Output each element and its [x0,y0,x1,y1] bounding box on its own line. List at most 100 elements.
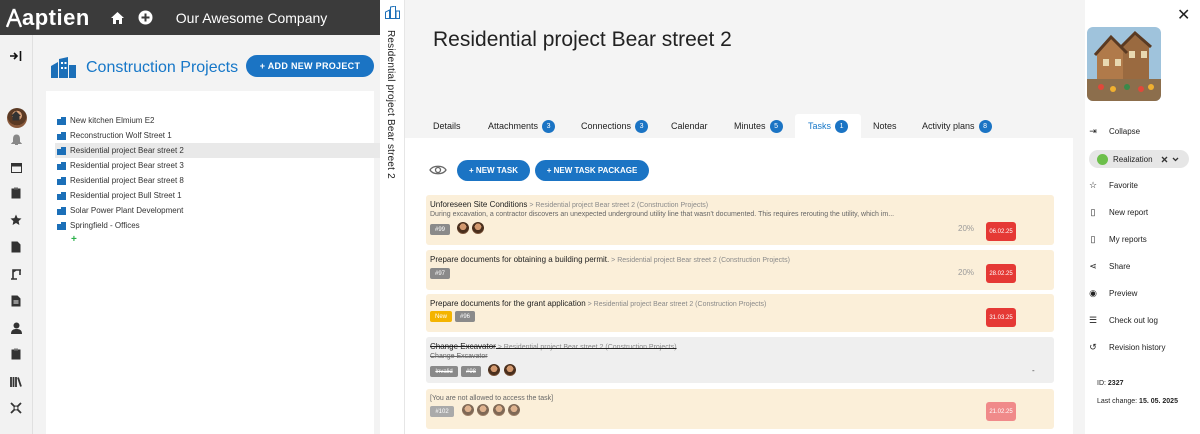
revision-history-button[interactable]: ↺ Revision history [1086,342,1165,353]
company-name[interactable]: Our Awesome Company [176,10,327,26]
task-id-badge: #98 [461,366,481,377]
star-icon[interactable] [9,213,23,227]
left-navigation [0,35,33,434]
tab-label: Tasks [808,121,832,131]
project-item[interactable]: Reconstruction Wolf Street 1 [57,128,172,143]
task-card[interactable]: Prepare documents for obtaining a buildi… [426,250,1054,290]
last-change-value: 15. 05. 2025 [1139,398,1178,405]
task-id-badge: #99 [430,224,450,235]
library-icon[interactable] [9,374,23,388]
task-card[interactable]: Unforeseen Site Conditions > Residential… [426,195,1054,245]
task-title-line: Prepare documents for obtaining a buildi… [430,255,790,264]
my-reports-button[interactable]: ▯ My reports [1086,234,1147,245]
close-small-icon[interactable] [1161,156,1168,163]
tab-count-badge: 8 [978,119,992,133]
new-task-package-button[interactable]: + NEW TASK PACKAGE [535,160,649,181]
task-date-empty: - [1032,366,1035,375]
share-label: Share [1109,262,1131,271]
project-photo[interactable] [1087,27,1161,101]
tab-label: Notes [873,121,897,131]
tab-attachments[interactable]: Attachments 3 [488,114,556,138]
bell-icon[interactable] [9,133,23,147]
report-icon[interactable] [9,294,23,308]
tab-activity-plans[interactable]: Activity plans 8 [922,114,992,138]
task-title[interactable]: Change Excavator [430,342,496,351]
project-label: Residential project Bull Street 1 [70,191,182,200]
status-dot-icon [1097,153,1108,165]
collapse-button[interactable]: ⇥ Collapse [1086,126,1140,137]
top-bar: aptien Our Awesome Company [0,0,380,35]
add-new-project-button[interactable]: + ADD NEW PROJECT [246,55,374,77]
tab-notes[interactable]: Notes [873,114,897,138]
project-label: Residential project Bear street 8 [70,176,184,185]
task-title-line: Unforeseen Site Conditions > Residential… [430,200,708,209]
task-title[interactable]: Prepare documents for obtaining a buildi… [430,255,609,264]
favorite-button[interactable]: ☆ Favorite [1086,180,1138,191]
project-item[interactable]: Residential project Bear street 8 [57,173,184,188]
new-report-label: New report [1109,208,1149,217]
task-progress-percent: 20% [958,224,975,233]
project-label: Springfield - Offices [70,221,140,230]
preview-button[interactable]: ◉ Preview [1086,288,1137,299]
project-item[interactable]: Residential project Bear street 3 [57,158,184,173]
assignee-avatar[interactable] [457,222,469,234]
building-icon [57,131,66,140]
tab-count-badge: 5 [769,119,783,133]
logo-mark-icon [6,8,22,27]
home-icon[interactable] [110,10,126,26]
tools-icon[interactable] [9,401,23,415]
tab-calendar[interactable]: Calendar [671,114,708,138]
home-nav-icon[interactable] [9,108,23,122]
task-title[interactable]: Unforeseen Site Conditions [430,200,527,209]
record-id: ID: 2327 [1097,380,1123,387]
tab-details[interactable]: Details [433,114,461,138]
document-icon: ▯ [1090,234,1096,244]
tab-count-badge: 3 [635,119,649,133]
checkout-label: Check out log [1109,316,1158,325]
calendar-icon[interactable] [9,160,23,174]
chevron-down-icon[interactable] [1172,157,1179,162]
building-icon [57,206,66,215]
id-value: 2327 [1107,380,1124,387]
crane-icon[interactable] [9,267,23,281]
eye-icon[interactable] [429,163,447,181]
checkout-log-button[interactable]: ☰ Check out log [1086,315,1158,326]
project-item-selected[interactable]: Residential project Bear street 2 [55,143,381,158]
share-icon: ⋖ [1089,261,1097,271]
tab-connections[interactable]: Connections 3 [581,114,649,138]
project-label: Solar Power Plant Development [70,206,184,215]
share-button[interactable]: ⋖ Share [1086,261,1130,272]
project-label: Residential project Bear street 3 [70,161,184,170]
add-project-plus[interactable]: + [71,234,77,245]
close-icon[interactable]: ✕ [1177,5,1190,25]
assignee-avatar[interactable] [472,222,484,234]
task-title[interactable]: Prepare documents for the grant applicat… [430,299,586,308]
status-dropdown[interactable]: Realization [1089,150,1189,168]
expand-icon[interactable] [9,49,23,63]
tasks-clipboard-icon[interactable] [9,347,23,361]
new-task-button[interactable]: + NEW TASK [457,160,530,181]
aptien-logo[interactable]: aptien [6,5,90,31]
task-card-invalid[interactable]: Change Excavator > Residential project B… [426,337,1054,383]
task-id-badge: #97 [430,268,450,279]
add-circle-icon[interactable] [138,10,154,26]
assignee-avatar[interactable] [488,364,500,376]
assignee-avatar[interactable] [504,364,516,376]
project-title: Residential project Bear street 2 [433,28,732,51]
clipboard-icon[interactable] [9,186,23,200]
tab-minutes[interactable]: Minutes 5 [734,114,783,138]
project-item[interactable]: New kitchen Elmium E2 [57,113,154,128]
task-card[interactable]: Prepare documents for the grant applicat… [426,294,1054,332]
document-icon[interactable] [9,240,23,254]
project-item[interactable]: Solar Power Plant Development [57,203,183,218]
tab-tasks[interactable]: Tasks 1 [795,114,862,138]
person-icon[interactable] [9,321,23,335]
building-icon [57,221,66,230]
new-report-button[interactable]: ▯ New report [1086,207,1149,218]
project-item[interactable]: Springfield - Offices [57,218,140,233]
collapse-arrow-icon: ⇥ [1089,126,1097,136]
project-item[interactable]: Residential project Bull Street 1 [57,188,182,203]
project-list-pane: Construction Projects + ADD NEW PROJECT … [33,35,381,434]
tab-label: Minutes [734,121,766,131]
history-icon: ↺ [1089,342,1097,352]
